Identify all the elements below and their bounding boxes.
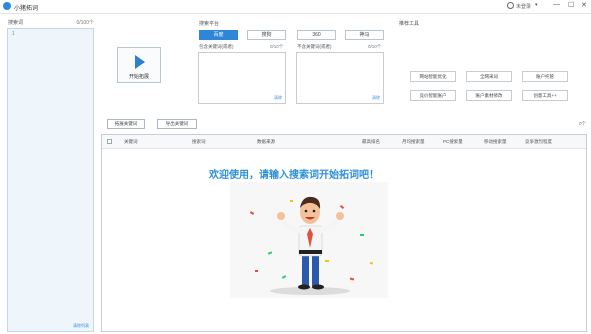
minimize-button[interactable]: — <box>553 1 560 8</box>
col-keyword[interactable]: 关键词 <box>124 139 138 145</box>
table-header: 关键词 搜索词 数据来源 最高排名 月均搜索量 PC搜索量 移动搜索量 竞争激烈… <box>102 135 586 149</box>
col-mobile-search[interactable]: 移动搜索量 <box>484 139 507 145</box>
include-count: 0/10个 <box>270 44 284 49</box>
select-all-checkbox[interactable] <box>107 139 112 144</box>
include-clear-link[interactable]: 清除 <box>274 95 282 101</box>
col-top-rank[interactable]: 最高排名 <box>362 139 380 145</box>
platform-tab-360[interactable]: 360 <box>297 30 336 40</box>
tab-export-keywords[interactable]: 导出关键词 <box>157 119 197 129</box>
tab-expand-keywords[interactable]: 拓展关键词 <box>107 119 145 129</box>
col-source[interactable]: 数据来源 <box>257 139 275 145</box>
dropdown-icon[interactable]: ▾ <box>535 2 538 8</box>
start-button[interactable]: 开始拓展 <box>117 47 161 83</box>
line-number: 1 <box>12 31 15 37</box>
maximize-button[interactable]: ☐ <box>568 1 574 9</box>
result-count: 0个 <box>578 121 586 126</box>
app-title: 小猪拓词 <box>14 6 39 12</box>
title-bar: 小猪拓词 未登录 ▾ — ☐ ✕ <box>0 0 591 14</box>
welcome-illustration <box>230 182 388 298</box>
user-icon[interactable] <box>507 2 514 9</box>
keyword-input[interactable]: 1 清除列表 <box>7 28 94 332</box>
col-competition[interactable]: 竞争激烈程度 <box>525 139 552 145</box>
col-monthly-search[interactable]: 月均搜索量 <box>402 139 425 145</box>
login-status[interactable]: 未登录 <box>516 3 531 10</box>
tool-button-material[interactable]: 账户素材修改 <box>466 90 512 101</box>
cheering-man-image <box>249 196 374 295</box>
start-label: 开始拓展 <box>128 74 149 80</box>
tool-button-collect[interactable]: 全网采词 <box>466 71 512 82</box>
col-pc-search[interactable]: PC搜索量 <box>443 139 463 145</box>
tool-button-seo[interactable]: 网站智能优化 <box>410 71 456 82</box>
include-label: 包含关键词(或者) <box>199 44 234 49</box>
keyword-label: 搜索词 <box>8 20 24 26</box>
play-icon <box>135 55 145 69</box>
platform-tab-baidu[interactable]: 百度 <box>199 30 238 40</box>
welcome-message: 欢迎使用，请输入搜索词开始拓词吧！ <box>209 170 379 181</box>
platform-tab-shenma[interactable]: 神马 <box>345 30 384 40</box>
col-search-term[interactable]: 搜索词 <box>192 139 206 145</box>
exclude-clear-link[interactable]: 清除 <box>372 95 380 101</box>
keyword-panel: 搜索词 0/100个 1 清除列表 <box>7 16 94 332</box>
keyword-count: 0/100个 <box>76 20 94 26</box>
app-logo-icon <box>3 2 11 10</box>
tool-button-hosting[interactable]: 账户托管 <box>522 71 568 82</box>
clear-keywords-link[interactable]: 清除列表 <box>73 323 89 329</box>
search-platform-title: 搜索平台 <box>199 21 220 27</box>
tool-button-creative[interactable]: 创意工具++ <box>522 90 568 101</box>
platform-tab-sogou[interactable]: 搜狗 <box>247 30 286 40</box>
close-button[interactable]: ✕ <box>581 1 587 9</box>
exclude-count: 0/10个 <box>368 44 382 49</box>
exclude-keywords-input[interactable]: 清除 <box>296 52 384 104</box>
include-keywords-input[interactable]: 清除 <box>198 52 286 104</box>
tools-title: 推荐工具 <box>399 21 420 27</box>
tool-button-bidding[interactable]: 竞价智能账户 <box>410 90 456 101</box>
exclude-label: 不含关键词(或者) <box>297 44 332 49</box>
